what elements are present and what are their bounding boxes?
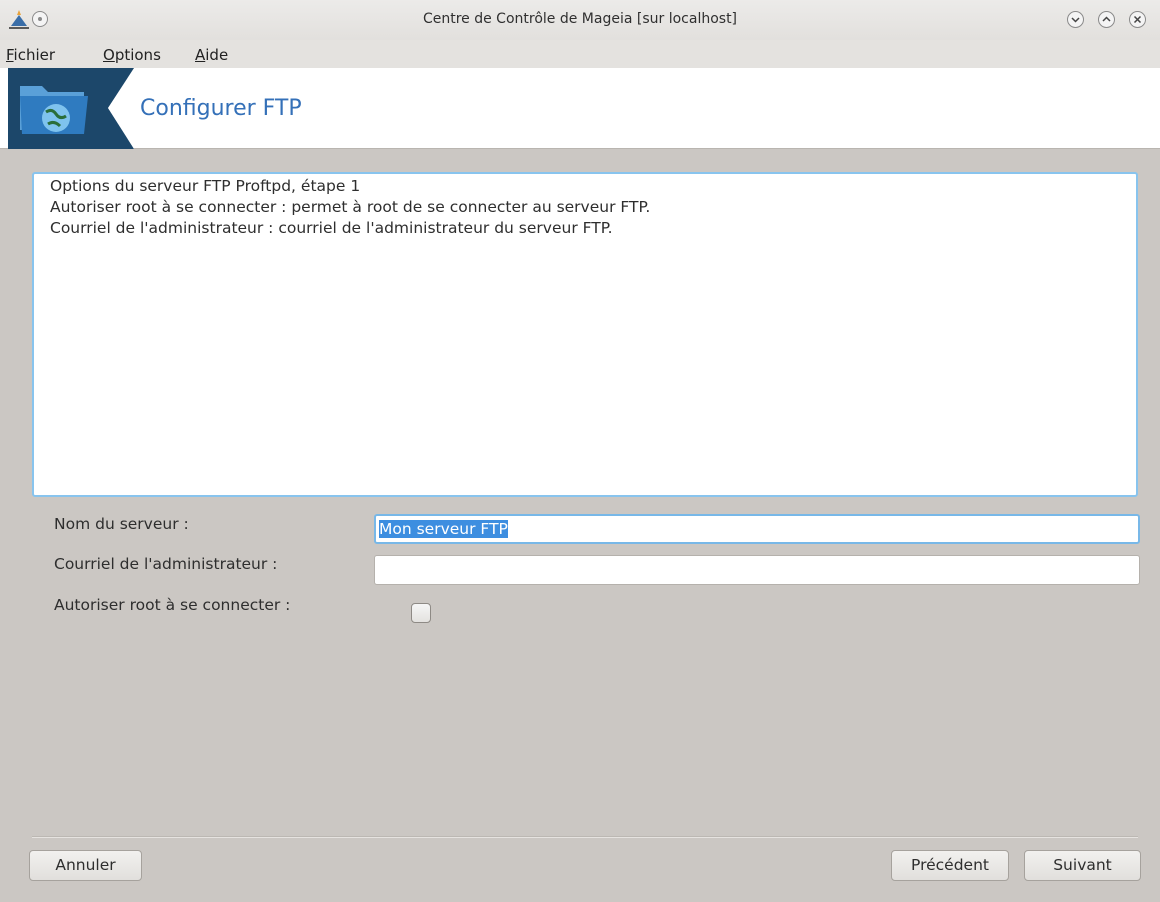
maximize-button[interactable] — [1098, 11, 1115, 28]
close-button[interactable] — [1129, 11, 1146, 28]
menu-fichier-label: ichier — [13, 46, 56, 64]
allow-root-checkbox[interactable] — [411, 603, 431, 623]
chevron-up-icon — [1102, 16, 1111, 22]
allow-root-label: Autoriser root à se connecter : — [54, 596, 291, 614]
server-name-input[interactable]: Mon serveur FTP — [374, 514, 1140, 544]
separator — [32, 836, 1138, 838]
server-name-value: Mon serveur FTP — [379, 520, 508, 538]
description-text: Options du serveur FTP Proftpd, étape 1 … — [32, 172, 1138, 497]
page-title: Configurer FTP — [140, 96, 302, 121]
close-icon — [1133, 15, 1142, 24]
description-line: Options du serveur FTP Proftpd, étape 1 — [50, 177, 361, 195]
menu-aide[interactable]: Aide — [195, 46, 228, 64]
header-banner: Configurer FTP — [0, 68, 1160, 149]
server-name-label: Nom du serveur : — [54, 515, 189, 533]
menu-options-label: ptions — [114, 46, 161, 64]
minimize-button[interactable] — [1067, 11, 1084, 28]
menu-options[interactable]: Options — [103, 46, 161, 64]
window-title: Centre de Contrôle de Mageia [sur localh… — [422, 11, 738, 27]
description-line: Courriel de l'administrateur : courriel … — [50, 219, 613, 237]
previous-button[interactable]: Précédent — [891, 850, 1009, 881]
next-button[interactable]: Suivant — [1024, 850, 1141, 881]
admin-email-input[interactable] — [374, 555, 1140, 585]
menu-aide-accel: A — [195, 46, 206, 64]
menu-aide-label: ide — [205, 46, 229, 64]
network-folder-icon — [8, 68, 134, 149]
menu-options-accel: O — [103, 46, 115, 64]
admin-email-label: Courriel de l'administrateur : — [54, 555, 278, 573]
description-line: Autoriser root à se connecter : permet à… — [50, 198, 651, 216]
cancel-button[interactable]: Annuler — [29, 850, 142, 881]
menu-bar: Fichier Options Aide — [0, 40, 1160, 68]
chevron-down-icon — [1071, 17, 1080, 23]
menu-fichier-accel: F — [6, 46, 14, 64]
menu-fichier[interactable]: Fichier — [6, 46, 55, 64]
title-bar: Centre de Contrôle de Mageia [sur localh… — [0, 0, 1160, 40]
